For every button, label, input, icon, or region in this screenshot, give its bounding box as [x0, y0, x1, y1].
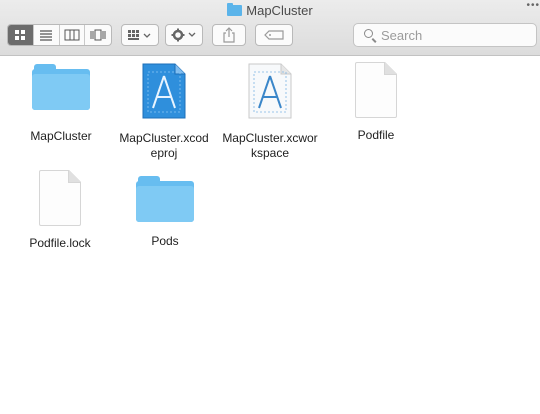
cover-flow-icon: [90, 29, 106, 41]
icon-view-button[interactable]: [8, 25, 34, 45]
file-item-pods-folder[interactable]: Pods: [115, 176, 215, 249]
file-item-podfile[interactable]: Podfile: [326, 62, 426, 143]
cover-flow-view-button[interactable]: [85, 25, 111, 45]
xcode-workspace-icon: [248, 63, 292, 119]
action-button[interactable]: [165, 24, 203, 46]
view-mode-segmented-control: [7, 24, 112, 46]
file-label-line-1: MapCluster.xcodeproj: [119, 131, 209, 160]
search-field[interactable]: Search: [353, 23, 537, 47]
window-title: MapCluster: [0, 3, 540, 18]
window-title-text: MapCluster: [246, 3, 313, 18]
file-label: Podfile: [357, 128, 395, 142]
folder-title-icon: [227, 3, 243, 16]
file-label-line-1: MapCluster.xcworkspace: [222, 131, 318, 160]
arrange-grid-icon: [128, 30, 151, 40]
window-toolbar: MapCluster ••• Search: [0, 0, 540, 56]
list-icon: [40, 30, 53, 41]
column-view-button[interactable]: [60, 25, 86, 45]
share-button[interactable]: [212, 24, 246, 46]
document-icon: [355, 62, 397, 118]
file-label: Pods: [151, 234, 179, 248]
gear-icon: [171, 28, 196, 42]
file-label: MapCluster.xcodeproj: [114, 131, 214, 161]
search-icon: [364, 29, 373, 38]
folder-icon: [136, 176, 194, 222]
tag-icon: [264, 30, 284, 40]
share-icon: [223, 27, 235, 43]
file-item-podfile-lock[interactable]: Podfile.lock: [10, 170, 110, 251]
list-view-button[interactable]: [34, 25, 60, 45]
xcode-project-icon: [142, 63, 186, 119]
file-item-xcworkspace[interactable]: MapCluster.xcworkspace: [219, 62, 321, 161]
columns-icon: [64, 29, 80, 41]
file-label: MapCluster: [30, 129, 92, 143]
file-label: Podfile.lock: [29, 236, 91, 250]
overflow-dots: •••: [526, 0, 540, 11]
tag-button[interactable]: [255, 24, 293, 46]
document-icon: [39, 170, 81, 226]
file-item-mapcluster-folder[interactable]: MapCluster: [11, 64, 111, 144]
file-label: MapCluster.xcworkspace: [219, 131, 321, 161]
search-placeholder: Search: [381, 27, 423, 43]
file-item-xcodeproj[interactable]: MapCluster.xcodeproj: [114, 62, 214, 161]
arrange-button[interactable]: [121, 24, 159, 46]
folder-icon: [32, 64, 90, 110]
grid-icon: [15, 30, 26, 40]
